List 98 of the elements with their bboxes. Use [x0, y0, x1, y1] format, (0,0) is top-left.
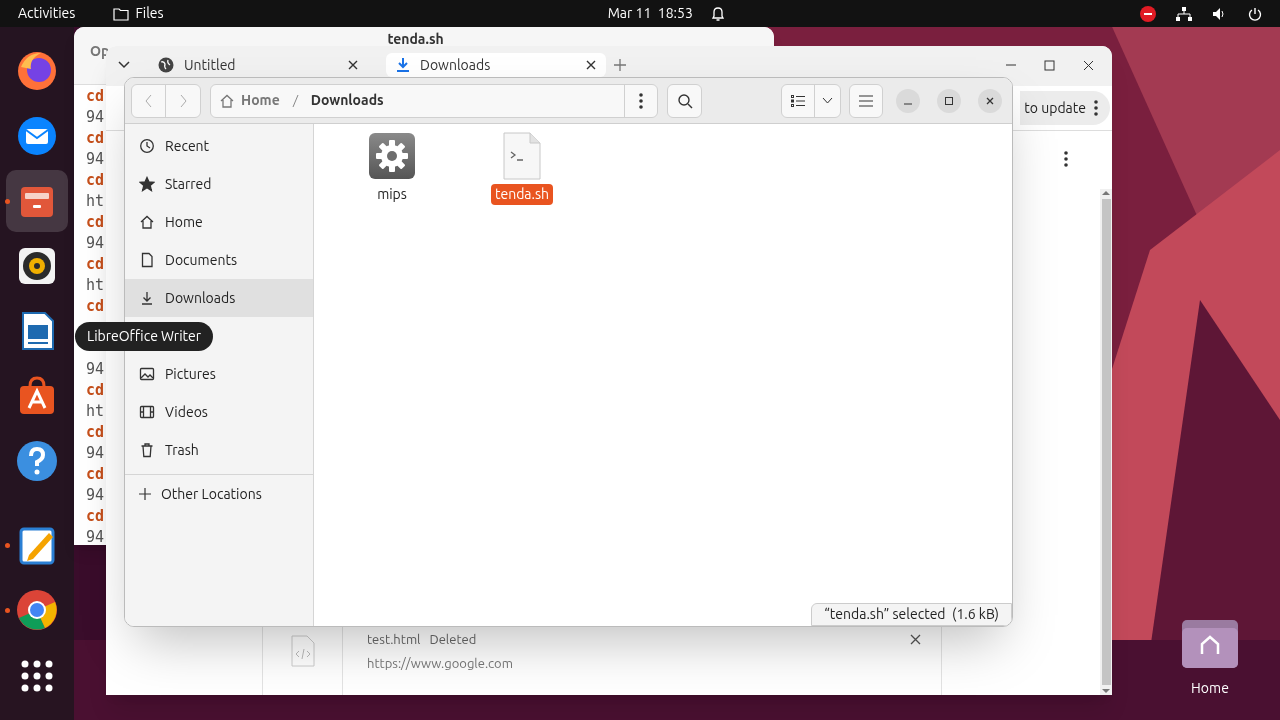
code-line: 94	[86, 485, 106, 506]
code-line: ht	[86, 191, 106, 212]
code-line: cd	[86, 422, 106, 443]
desktop-icon-label[interactable]: Home	[1191, 678, 1229, 699]
download-status: Deleted	[429, 631, 477, 648]
close-icon[interactable]	[910, 634, 921, 646]
close-icon[interactable]	[1083, 59, 1094, 71]
file-name: test.html	[367, 631, 422, 648]
update-button[interactable]: to update	[1020, 91, 1110, 125]
sidebar-item[interactable]: Trash	[125, 431, 313, 469]
code-line: cd	[86, 212, 106, 233]
sidebar-item[interactable]: Recent	[125, 127, 313, 165]
more-icon[interactable]	[1094, 100, 1098, 116]
code-line: ht	[86, 401, 106, 422]
clock[interactable]: Mar 11 18:53	[607, 3, 693, 24]
code-line: 94	[86, 149, 106, 170]
path-segment[interactable]: Home	[241, 90, 280, 111]
chevron-left-icon	[145, 93, 152, 108]
code-file-icon	[289, 634, 316, 667]
code-line: cd	[86, 170, 106, 191]
globe-icon	[158, 57, 174, 73]
gear-icon[interactable]	[368, 132, 416, 180]
code-line: cd	[86, 464, 106, 485]
close-icon[interactable]	[586, 60, 596, 70]
code-line: cd	[86, 380, 106, 401]
minimize-icon	[904, 102, 912, 105]
fox-globe-icon[interactable]	[15, 49, 59, 93]
path-segment[interactable]: Downloads	[310, 90, 384, 111]
code-line: ht	[86, 275, 106, 296]
code-line: cd	[86, 86, 106, 107]
more-icon[interactable]	[639, 92, 643, 109]
path-separator-icon	[291, 93, 299, 108]
search-button[interactable]	[667, 83, 702, 118]
dock-item[interactable]	[6, 170, 68, 232]
sidebar-item[interactable]: Videos	[125, 393, 313, 431]
close-button[interactable]	[978, 88, 1002, 113]
bird-envelope-icon[interactable]	[15, 114, 59, 158]
sidebar-item[interactable]: Documents	[125, 241, 313, 279]
activities-button[interactable]: Activities	[18, 3, 76, 24]
more-icon[interactable]	[1064, 151, 1068, 167]
code-line: cd	[86, 296, 106, 317]
plus-icon	[139, 488, 151, 500]
search-icon	[676, 92, 693, 109]
sidebar-item[interactable]: Pictures	[125, 355, 313, 393]
code-line: cd	[86, 254, 106, 275]
do-not-disturb-icon[interactable]	[1140, 5, 1156, 22]
plus-icon[interactable]	[614, 59, 626, 71]
home-icon	[139, 214, 155, 230]
close-icon[interactable]	[348, 60, 358, 70]
code-line: 94	[86, 443, 106, 464]
chevron-down-icon[interactable]	[118, 61, 130, 69]
code-line: 94	[86, 107, 106, 128]
star-icon	[139, 176, 155, 192]
code-line: cd	[86, 506, 106, 527]
browser-tab[interactable]: Untitled	[148, 53, 368, 77]
download-icon	[139, 290, 155, 306]
code-line: 94	[86, 527, 106, 548]
sidebar-item[interactable]: Other Locations	[125, 475, 313, 513]
power-icon[interactable]	[1248, 6, 1262, 21]
clock-icon	[139, 138, 155, 154]
chevron-right-icon	[179, 93, 187, 108]
scroll-up-icon[interactable]	[1102, 189, 1110, 197]
menu-button[interactable]	[849, 83, 883, 118]
film-icon	[139, 404, 155, 420]
bell-icon[interactable]	[710, 5, 725, 22]
maximize-icon	[944, 95, 954, 106]
folder-icon	[113, 6, 130, 21]
sidebar-item[interactable]: Downloads	[125, 279, 313, 317]
code-line: cd	[86, 128, 106, 149]
file-name[interactable]: tenda.sh	[490, 184, 554, 205]
image-icon	[139, 366, 155, 382]
menu-icon	[859, 94, 873, 107]
close-icon	[985, 95, 995, 106]
download-url[interactable]: https://www.google.com	[367, 653, 921, 673]
download-icon	[396, 57, 410, 73]
file-name[interactable]: mips	[373, 184, 411, 205]
window-title: tenda.sh	[387, 30, 444, 49]
home-icon	[219, 92, 235, 109]
code-line: 94	[86, 233, 106, 254]
status-label: “tenda.sh” selected (1.6 kB)	[811, 603, 1012, 626]
browser-tab[interactable]: Downloads	[386, 53, 606, 77]
help-icon[interactable]	[15, 439, 59, 483]
sidebar-item[interactable]: Home	[125, 203, 313, 241]
chevron-down-icon	[822, 97, 833, 104]
sidebar-item[interactable]: Starred	[125, 165, 313, 203]
tooltip: LibreOffice Writer	[75, 322, 214, 351]
maximize-icon[interactable]	[1044, 59, 1055, 71]
scrollbar[interactable]	[1100, 189, 1112, 695]
code-line: 94	[86, 359, 106, 380]
maximize-button[interactable]	[937, 88, 961, 113]
chrome-icon[interactable]	[15, 588, 59, 632]
minimize-button[interactable]	[896, 88, 920, 113]
network-icon[interactable]	[1176, 6, 1192, 21]
document-icon	[139, 252, 155, 268]
app-menu[interactable]: Files	[113, 3, 164, 24]
list-icon	[791, 94, 805, 107]
scroll-down-icon[interactable]	[1102, 687, 1110, 695]
trash-icon	[139, 442, 155, 458]
